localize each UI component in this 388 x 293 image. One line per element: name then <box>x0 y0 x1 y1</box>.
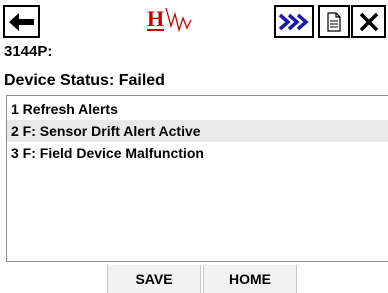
document-button[interactable] <box>318 5 350 38</box>
double-chevron-right-icon <box>278 13 309 30</box>
svg-text:H: H <box>147 6 164 31</box>
back-button[interactable] <box>3 5 40 38</box>
device-tag: 3144P: <box>4 43 53 60</box>
hart-logo-icon: H <box>145 4 197 38</box>
close-button[interactable] <box>351 5 386 38</box>
toolbar: H <box>0 0 388 44</box>
arrow-left-icon <box>8 12 34 31</box>
menu-item-sensor-drift-alert[interactable]: 2 F: Sensor Drift Alert Active <box>7 120 388 142</box>
save-button[interactable]: SAVE <box>107 265 201 293</box>
home-button[interactable]: HOME <box>203 265 297 293</box>
menu-item-refresh-alerts[interactable]: 1 Refresh Alerts <box>7 98 388 120</box>
forward-button[interactable] <box>274 5 314 38</box>
bottom-button-bar: SAVE HOME <box>0 265 388 293</box>
menu-item-field-device-malfunction[interactable]: 3 F: Field Device Malfunction <box>7 142 388 164</box>
close-x-icon <box>359 12 378 31</box>
alert-menu-list: 1 Refresh Alerts 2 F: Sensor Drift Alert… <box>6 95 388 262</box>
device-status: Device Status: Failed <box>4 72 165 89</box>
document-icon <box>327 11 341 32</box>
